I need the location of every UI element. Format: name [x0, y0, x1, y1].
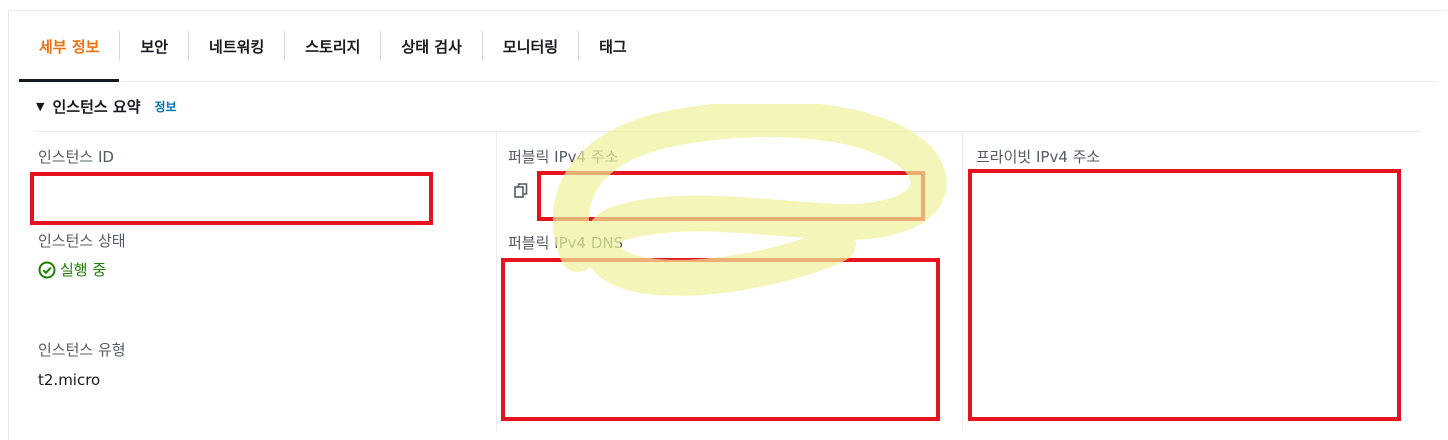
tab-storage[interactable]: 스토리지 [285, 11, 380, 81]
instance-type-label: 인스턴스 유형 [38, 341, 126, 359]
tab-details[interactable]: 세부 정보 [19, 11, 120, 82]
tab-status-checks[interactable]: 상태 검사 [381, 11, 481, 81]
redaction-box [30, 172, 433, 225]
instance-state-label: 인스턴스 상태 [38, 232, 126, 250]
tab-tags[interactable]: 태그 [579, 11, 647, 81]
column-divider [496, 131, 497, 431]
caret-down-icon[interactable]: ▼ [36, 100, 44, 113]
instance-summary-header[interactable]: ▼ 인스턴스 요약 정보 [36, 96, 177, 116]
redaction-box [501, 258, 940, 421]
public-ipv4-label: 퍼블릭 IPv4 주소 [508, 148, 619, 166]
divider [36, 131, 1422, 132]
tab-networking[interactable]: 네트워킹 [189, 11, 284, 81]
redaction-box [537, 171, 925, 221]
public-dns-label: 퍼블릭 IPv4 DNS [508, 234, 624, 252]
private-ipv4-label: 프라이빗 IPv4 주소 [976, 148, 1101, 166]
instance-summary-title: 인스턴스 요약 [52, 97, 141, 116]
check-circle-icon [38, 261, 56, 278]
instance-state-value: 실행 중 [60, 261, 107, 279]
instance-id-label: 인스턴스 ID [38, 148, 114, 166]
info-link[interactable]: 정보 [155, 98, 177, 115]
tab-monitoring[interactable]: 모니터링 [483, 11, 578, 81]
copy-icon[interactable] [514, 183, 528, 199]
redaction-box [968, 169, 1401, 421]
column-divider [962, 131, 963, 431]
tab-security[interactable]: 보안 [120, 11, 188, 81]
instance-type-value: t2.micro [38, 371, 101, 389]
instance-state-status: 실행 중 [38, 259, 106, 280]
tab-bar: 세부 정보 보안 네트워킹 스토리지 상태 검사 모니터링 태그 [19, 11, 1437, 82]
